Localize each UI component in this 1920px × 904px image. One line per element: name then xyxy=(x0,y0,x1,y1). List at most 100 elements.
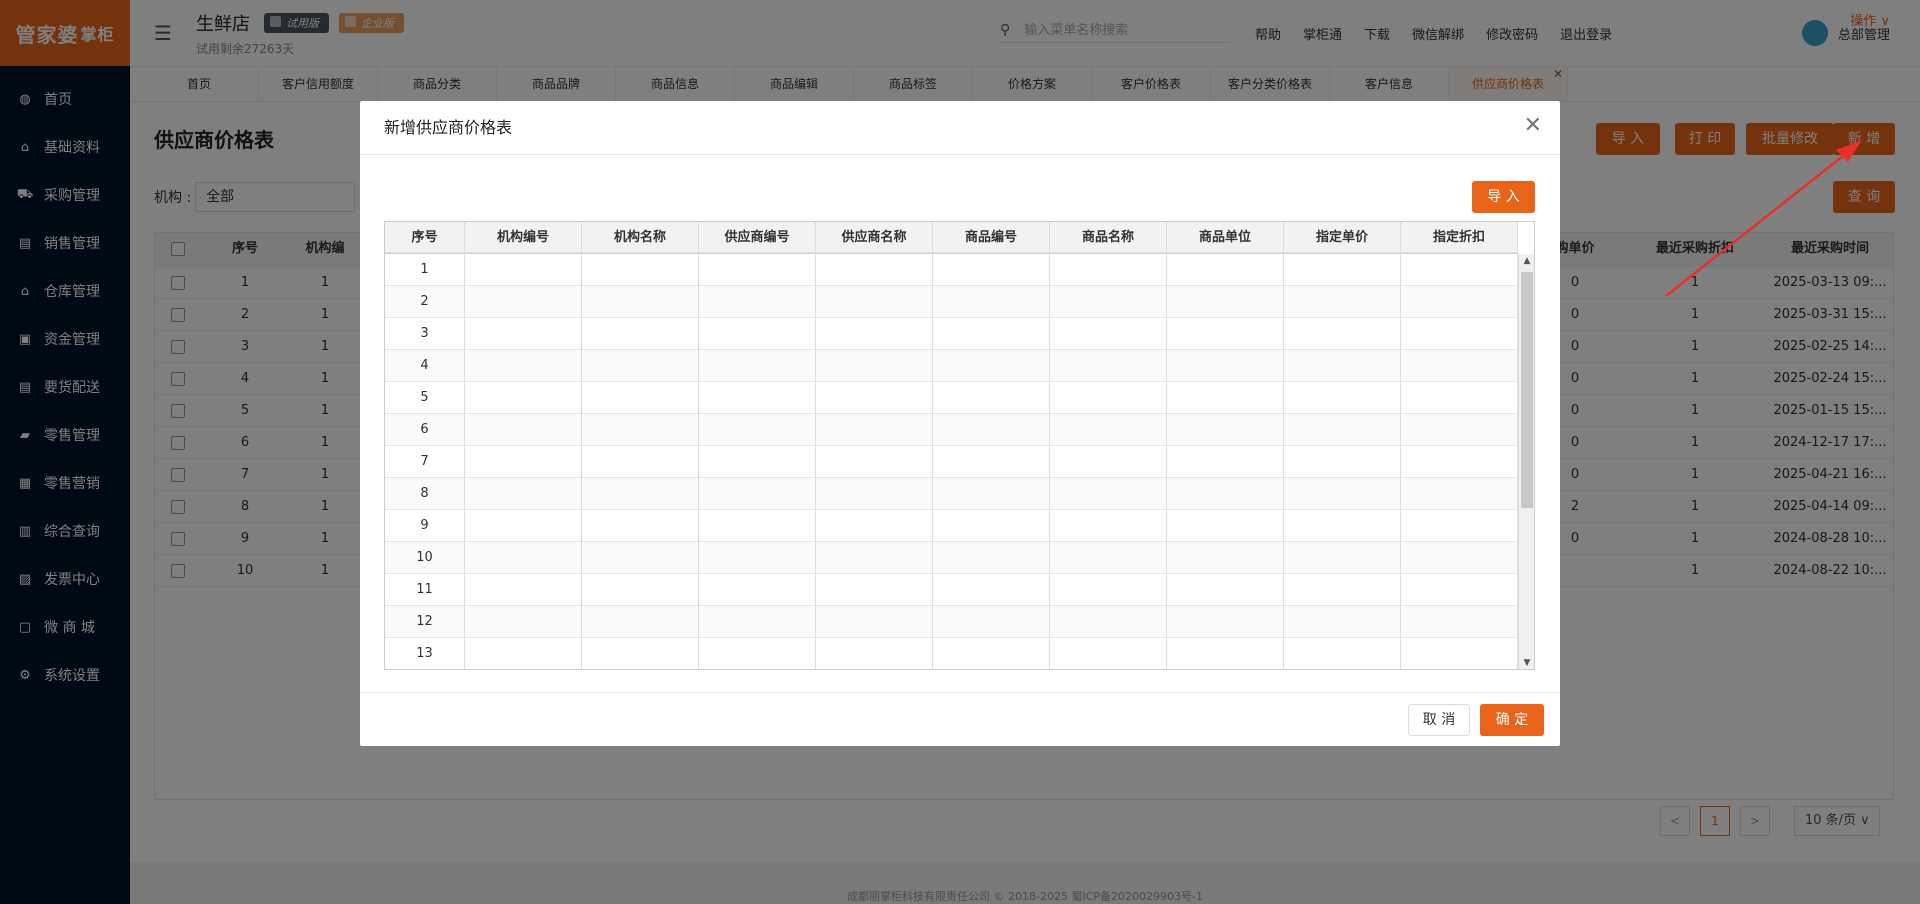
grid-cell[interactable] xyxy=(582,510,699,542)
grid-cell[interactable] xyxy=(1401,446,1518,478)
cancel-button[interactable]: 取 消 xyxy=(1408,704,1470,736)
grid-cell[interactable] xyxy=(1050,446,1167,478)
grid-cell[interactable] xyxy=(933,542,1050,574)
grid-cell[interactable] xyxy=(933,606,1050,638)
grid-cell[interactable] xyxy=(1167,414,1284,446)
grid-cell[interactable] xyxy=(465,286,582,318)
grid-cell[interactable] xyxy=(1050,638,1167,669)
grid-cell[interactable] xyxy=(1050,542,1167,574)
grid-cell[interactable] xyxy=(1401,638,1518,669)
grid-cell[interactable] xyxy=(1401,606,1518,638)
grid-scrollbar[interactable]: ▲ ▼ xyxy=(1518,254,1534,669)
grid-cell[interactable] xyxy=(1050,318,1167,350)
grid-cell[interactable] xyxy=(1284,382,1401,414)
grid-cell[interactable] xyxy=(699,638,816,669)
grid-cell[interactable] xyxy=(1401,510,1518,542)
grid-cell[interactable] xyxy=(582,286,699,318)
grid-cell[interactable] xyxy=(1284,414,1401,446)
grid-cell[interactable] xyxy=(1167,606,1284,638)
grid-cell[interactable] xyxy=(1401,286,1518,318)
grid-cell[interactable] xyxy=(816,542,933,574)
grid-cell[interactable] xyxy=(699,350,816,382)
grid-cell[interactable] xyxy=(1167,446,1284,478)
grid-cell[interactable] xyxy=(816,382,933,414)
grid-cell[interactable] xyxy=(816,606,933,638)
grid-cell[interactable] xyxy=(699,606,816,638)
scroll-down-icon[interactable]: ▼ xyxy=(1519,658,1534,668)
grid-cell[interactable] xyxy=(1284,350,1401,382)
grid-cell[interactable] xyxy=(1050,350,1167,382)
grid-cell[interactable] xyxy=(699,542,816,574)
grid-cell[interactable] xyxy=(1284,606,1401,638)
grid-cell[interactable] xyxy=(465,350,582,382)
grid-cell[interactable] xyxy=(1050,382,1167,414)
grid-cell[interactable] xyxy=(699,510,816,542)
grid-cell[interactable] xyxy=(1167,510,1284,542)
grid-cell[interactable] xyxy=(933,286,1050,318)
grid-cell[interactable] xyxy=(816,510,933,542)
grid-cell[interactable] xyxy=(1167,318,1284,350)
grid-cell[interactable] xyxy=(816,574,933,606)
grid-cell[interactable] xyxy=(933,254,1050,286)
grid-cell[interactable] xyxy=(1050,478,1167,510)
grid-cell[interactable] xyxy=(1401,254,1518,286)
grid-cell[interactable] xyxy=(582,318,699,350)
grid-cell[interactable] xyxy=(1050,286,1167,318)
grid-cell[interactable] xyxy=(699,574,816,606)
grid-cell[interactable] xyxy=(1167,542,1284,574)
grid-cell[interactable] xyxy=(1284,574,1401,606)
grid-cell[interactable] xyxy=(933,446,1050,478)
grid-cell[interactable] xyxy=(699,478,816,510)
grid-cell[interactable] xyxy=(582,446,699,478)
grid-cell[interactable] xyxy=(1050,510,1167,542)
grid-cell[interactable] xyxy=(465,606,582,638)
grid-cell[interactable] xyxy=(1401,350,1518,382)
grid-cell[interactable] xyxy=(1284,510,1401,542)
grid-cell[interactable] xyxy=(699,318,816,350)
grid-cell[interactable] xyxy=(816,318,933,350)
grid-cell[interactable] xyxy=(465,414,582,446)
grid-cell[interactable] xyxy=(1050,414,1167,446)
scroll-up-icon[interactable]: ▲ xyxy=(1519,256,1534,266)
grid-cell[interactable] xyxy=(933,638,1050,669)
grid-cell[interactable] xyxy=(816,350,933,382)
grid-cell[interactable] xyxy=(933,478,1050,510)
grid-cell[interactable] xyxy=(1401,478,1518,510)
grid-cell[interactable] xyxy=(465,254,582,286)
grid-cell[interactable] xyxy=(1167,478,1284,510)
grid-cell[interactable] xyxy=(816,478,933,510)
grid-cell[interactable] xyxy=(1401,382,1518,414)
scroll-thumb[interactable] xyxy=(1521,272,1533,508)
grid-cell[interactable] xyxy=(933,574,1050,606)
grid-cell[interactable] xyxy=(582,254,699,286)
grid-cell[interactable] xyxy=(582,542,699,574)
grid-cell[interactable] xyxy=(465,318,582,350)
grid-cell[interactable] xyxy=(933,350,1050,382)
grid-cell[interactable] xyxy=(1050,606,1167,638)
grid-cell[interactable] xyxy=(1167,254,1284,286)
grid-cell[interactable] xyxy=(1284,638,1401,669)
grid-cell[interactable] xyxy=(1167,350,1284,382)
grid-cell[interactable] xyxy=(1401,414,1518,446)
grid-cell[interactable] xyxy=(699,414,816,446)
confirm-button[interactable]: 确 定 xyxy=(1480,704,1544,736)
grid-cell[interactable] xyxy=(465,510,582,542)
grid-cell[interactable] xyxy=(582,414,699,446)
grid-cell[interactable] xyxy=(1167,574,1284,606)
grid-cell[interactable] xyxy=(816,254,933,286)
grid-cell[interactable] xyxy=(582,478,699,510)
grid-cell[interactable] xyxy=(816,446,933,478)
grid-cell[interactable] xyxy=(1284,254,1401,286)
grid-cell[interactable] xyxy=(465,638,582,669)
grid-cell[interactable] xyxy=(582,606,699,638)
dialog-import-button[interactable]: 导 入 xyxy=(1472,181,1535,213)
grid-cell[interactable] xyxy=(816,286,933,318)
grid-cell[interactable] xyxy=(1284,286,1401,318)
grid-cell[interactable] xyxy=(1284,318,1401,350)
grid-cell[interactable] xyxy=(933,382,1050,414)
grid-cell[interactable] xyxy=(699,286,816,318)
grid-cell[interactable] xyxy=(582,350,699,382)
grid-cell[interactable] xyxy=(1401,318,1518,350)
grid-cell[interactable] xyxy=(1284,446,1401,478)
grid-cell[interactable] xyxy=(1050,574,1167,606)
